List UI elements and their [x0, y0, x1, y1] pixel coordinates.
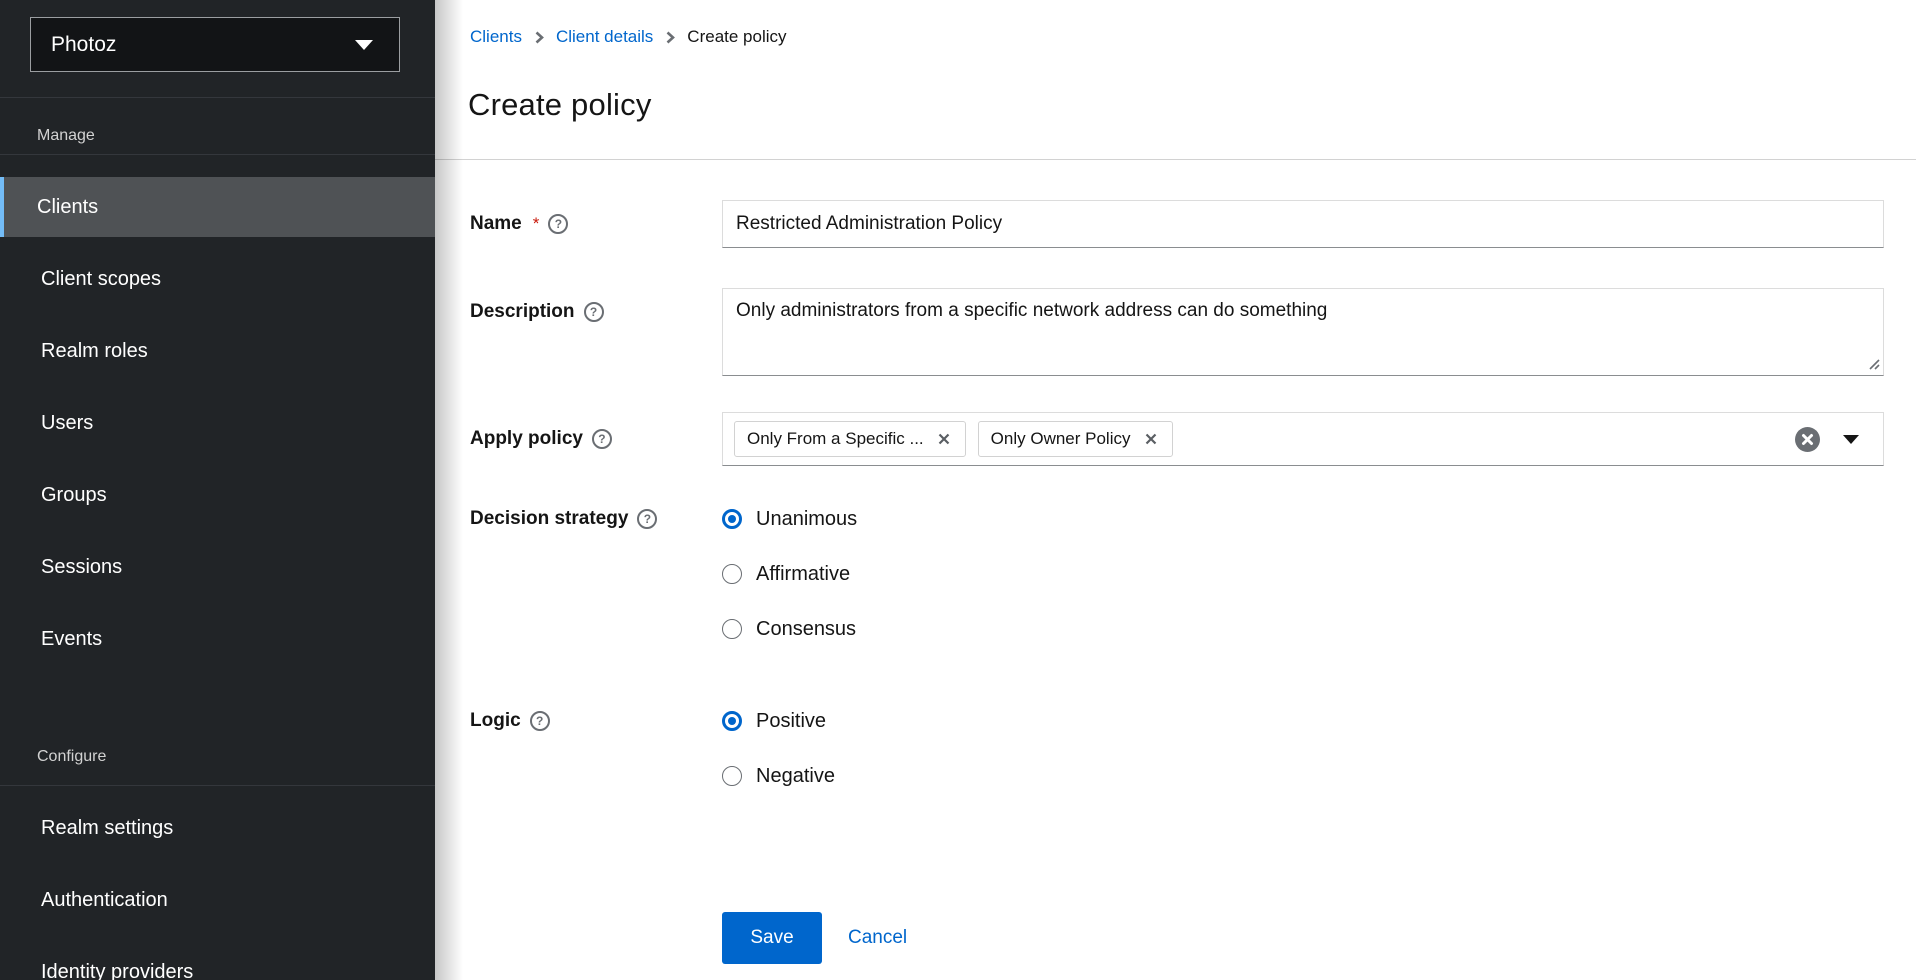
apply-policy-multiselect[interactable]: Only From a Specific ... Only Owner Polic…	[722, 412, 1884, 466]
description-label-group: Description ?	[470, 288, 722, 376]
question-circle-icon[interactable]: ?	[637, 509, 657, 529]
radio-unselected-icon	[722, 619, 742, 639]
policy-chip: Only Owner Policy	[978, 421, 1173, 457]
chevron-right-icon	[665, 30, 675, 45]
page-title: Create policy	[468, 87, 1916, 123]
decision-strategy-label: Decision strategy	[470, 509, 628, 529]
name-row: Name * ?	[470, 200, 1884, 248]
decision-strategy-field: Unanimous Affirmative Consensus	[722, 509, 1884, 639]
radio-option-unanimous[interactable]: Unanimous	[722, 509, 1884, 529]
form-actions: Save Cancel	[470, 912, 1884, 964]
decision-strategy-options: Unanimous Affirmative Consensus	[722, 509, 1884, 639]
radio-unselected-icon	[722, 766, 742, 786]
apply-policy-row: Apply policy ? Only From a Specific ...O…	[470, 412, 1884, 466]
breadcrumb-item-current: Create policy	[687, 27, 786, 47]
sidebar-item-sessions[interactable]: Sessions	[0, 537, 435, 597]
name-field	[722, 200, 1884, 248]
realm-name: Photoz	[51, 33, 116, 57]
radio-option-label: Negative	[756, 766, 835, 786]
breadcrumb-link[interactable]: Client details	[556, 27, 653, 47]
realm-selector[interactable]: Photoz	[30, 17, 400, 72]
logic-options: Positive Negative	[722, 711, 1884, 786]
main-content: Clients Client details Create policy Creat…	[435, 0, 1916, 980]
radio-option-consensus[interactable]: Consensus	[722, 619, 1884, 639]
breadcrumb: Clients Client details Create policy	[470, 27, 1916, 47]
name-label-group: Name * ?	[470, 200, 722, 248]
apply-policy-label: Apply policy	[470, 429, 583, 449]
sidebar-item-users[interactable]: Users	[0, 393, 435, 453]
policy-chip-label: Only From a Specific ...	[747, 429, 924, 449]
question-circle-icon[interactable]: ?	[584, 302, 604, 322]
radio-option-label: Affirmative	[756, 564, 850, 584]
apply-policy-label-group: Apply policy ?	[470, 412, 722, 466]
logic-row: Logic ? Positive Negative	[470, 711, 1884, 786]
clear-all-icon[interactable]	[1795, 427, 1820, 452]
decision-strategy-label-group: Decision strategy ?	[470, 509, 722, 639]
sidebar-item-clients[interactable]: Clients	[0, 177, 435, 237]
chevron-right-icon	[534, 30, 544, 45]
realm-selector-area: Photoz	[0, 0, 435, 98]
radio-selected-icon	[722, 711, 742, 731]
close-icon[interactable]	[935, 430, 953, 448]
sidebar-item-realm-roles[interactable]: Realm roles	[0, 321, 435, 381]
cancel-button[interactable]: Cancel	[848, 927, 907, 949]
radio-option-label: Consensus	[756, 619, 856, 639]
nav-section-title-manage: Manage	[0, 98, 435, 155]
nav-section-items: Realm settings Authentication Identity pro…	[0, 786, 435, 980]
radio-option-affirmative[interactable]: Affirmative	[722, 564, 1884, 584]
question-circle-icon[interactable]: ?	[548, 214, 568, 234]
name-input[interactable]	[722, 200, 1884, 248]
radio-option-negative[interactable]: Negative	[722, 766, 1884, 786]
sidebar-item-authentication[interactable]: Authentication	[0, 870, 435, 930]
breadcrumb-link[interactable]: Clients	[470, 27, 522, 47]
sidebar-item-groups[interactable]: Groups	[0, 465, 435, 525]
sidebar: Photoz Manage Clients Client scopes Realm r…	[0, 0, 435, 980]
logic-label-group: Logic ?	[470, 711, 722, 786]
description-label: Description	[470, 302, 575, 322]
radio-option-positive[interactable]: Positive	[722, 711, 1884, 731]
description-textarea[interactable]: Only administrators from a specific netw…	[722, 288, 1884, 376]
nav-section-items: Clients Client scopes Realm roles Users Grou…	[0, 155, 435, 669]
logic-label: Logic	[470, 711, 521, 731]
save-button[interactable]: Save	[722, 912, 822, 964]
close-icon[interactable]	[1142, 430, 1160, 448]
policy-chip-label: Only Owner Policy	[991, 429, 1131, 449]
decision-strategy-row: Decision strategy ? Unanimous Affirmative…	[470, 509, 1884, 639]
sidebar-item-realm-settings[interactable]: Realm settings	[0, 798, 435, 858]
radio-selected-icon	[722, 509, 742, 529]
caret-down-icon[interactable]	[1843, 435, 1859, 444]
radio-option-label: Unanimous	[756, 509, 857, 529]
apply-policy-field: Only From a Specific ... Only Owner Polic…	[722, 412, 1884, 466]
sidebar-item-identity-providers[interactable]: Identity providers	[0, 942, 435, 980]
radio-unselected-icon	[722, 564, 742, 584]
nav-section-title-configure: Configure	[0, 681, 435, 786]
chip-group: Only From a Specific ... Only Owner Polic…	[734, 421, 1173, 457]
description-row: Description ? Only administrators from a…	[470, 288, 1884, 376]
logic-field: Positive Negative	[722, 711, 1884, 786]
question-circle-icon[interactable]: ?	[530, 711, 550, 731]
chevron-down-icon	[355, 40, 373, 50]
required-indicator: *	[533, 214, 540, 234]
name-label: Name	[470, 214, 522, 234]
policy-chip: Only From a Specific ...	[734, 421, 966, 457]
sidebar-nav: Manage Clients Client scopes Realm roles Use…	[0, 98, 435, 980]
select-controls	[1795, 427, 1859, 452]
sidebar-item-events[interactable]: Events	[0, 609, 435, 669]
description-field: Only administrators from a specific netw…	[722, 288, 1884, 376]
radio-option-label: Positive	[756, 711, 826, 731]
resize-handle[interactable]	[1867, 357, 1880, 370]
sidebar-item-client-scopes[interactable]: Client scopes	[0, 249, 435, 309]
create-policy-form: Name * ? Description ? Only administrato…	[435, 160, 1916, 964]
question-circle-icon[interactable]: ?	[592, 429, 612, 449]
